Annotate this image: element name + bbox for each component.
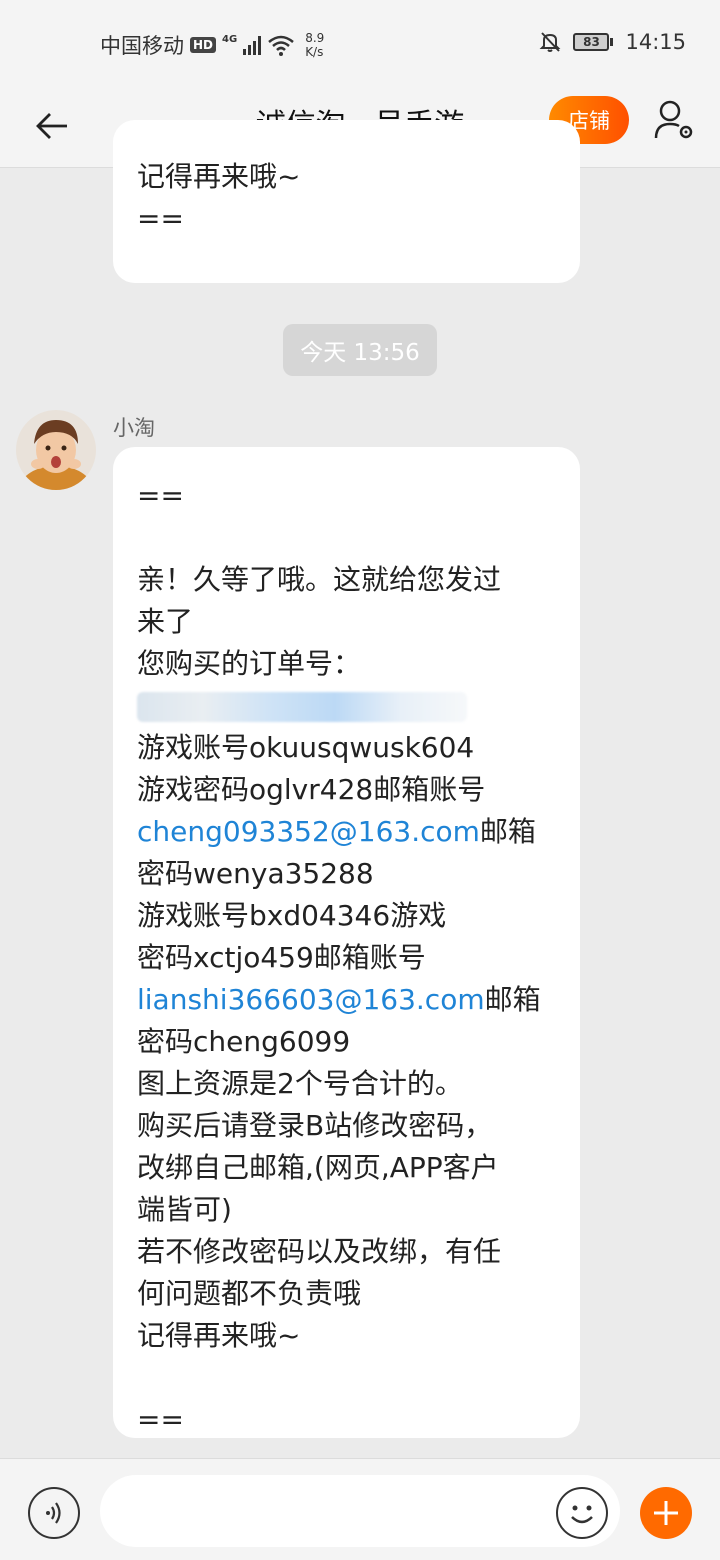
add-button[interactable] [640,1487,692,1539]
previous-message-text: 记得再来哦~ == [137,156,300,240]
profile-button[interactable] [650,96,698,144]
message-line: 何问题都不负责哦 [137,1277,362,1310]
message-line-blank [137,517,567,559]
input-bar [0,1458,720,1560]
emoji-button[interactable] [556,1487,608,1539]
message-line-blank [137,1357,567,1399]
wifi-icon [268,35,294,56]
speed-unit: K/s [305,45,324,59]
blurred-text [137,692,467,722]
message-line: 记得再来哦~ [137,1319,301,1352]
message-fragment: 邮箱 [484,983,541,1016]
message-line: 密码cheng6099 [137,1025,351,1058]
arrow-left-icon [36,113,67,139]
message-bubble[interactable]: == 亲！久等了哦。这就给您发过 来了 您购买的订单号： 游戏账号okuusqw… [113,447,580,1438]
plus-icon [654,1501,678,1525]
clock: 14:15 [625,30,686,54]
status-bar: 中国移动 HD 4G 8.9 K/s 83 14:15 [0,0,720,84]
email-link[interactable]: lianshi366603@163.com [137,983,485,1016]
voice-button[interactable] [28,1487,80,1539]
message-line: 记得再来哦~ [137,160,301,193]
message-line: 游戏账号okuusqwusk604 [137,731,475,764]
message-line: 亲！久等了哦。这就给您发过 [137,563,502,596]
network-speed: 8.9 K/s [305,31,324,59]
bell-off-icon [540,32,561,52]
email-link[interactable]: cheng093352@163.com [137,815,480,848]
message-line: == [137,202,184,235]
message-input[interactable] [100,1475,620,1547]
message-line: 密码wenya35288 [137,857,374,890]
message-line: 端皆可) [137,1193,232,1226]
avatar[interactable] [16,410,96,490]
status-left: 中国移动 HD 4G 8.9 K/s [100,30,324,60]
voice-icon [46,1502,61,1524]
back-button[interactable] [30,104,74,148]
message-line: 您购买的订单号： [137,647,362,680]
message-line: == [137,479,184,512]
message-line: 密码xctjo459邮箱账号 [137,941,426,974]
message-line: 改绑自己邮箱,(网页,APP客户 [137,1151,499,1184]
message-line: == [137,1403,184,1436]
sender-name: 小淘 [113,416,155,440]
user-settings-icon [654,100,693,139]
status-right: 83 14:15 [539,30,686,54]
redacted-order-number [137,685,567,727]
message-line: 游戏密码oglvr428邮箱账号 [137,773,486,806]
message-text: == 亲！久等了哦。这就给您发过 来了 您购买的订单号： 游戏账号okuusqw… [137,475,567,1441]
speed-value: 8.9 [305,31,325,45]
hd-badge: HD [190,37,217,53]
network-type: 4G [222,33,238,45]
message-line: 若不修改密码以及改绑，有任 [137,1235,502,1268]
carrier-name: 中国移动 [100,34,184,58]
previous-message-bubble[interactable]: 记得再来哦~ == [113,120,580,283]
battery-level: 83 [573,33,610,51]
message-fragment: 邮箱 [479,815,536,848]
message-line-with-link: cheng093352@163.com邮箱 [137,811,567,853]
message-line-with-link: lianshi366603@163.com邮箱 [137,979,567,1021]
avatar-image [16,410,96,490]
message-line: 游戏账号bxd04346游戏 [137,899,447,932]
message-line: 来了 [137,605,194,638]
message-line: 购买后请登录B站修改密码， [137,1109,493,1142]
signal-icon [243,35,262,55]
battery-icon: 83 [573,33,614,51]
message-line: 图上资源是2个号合计的。 [137,1067,463,1100]
smile-icon [571,1505,593,1524]
time-divider: 今天 13:56 [283,324,437,376]
